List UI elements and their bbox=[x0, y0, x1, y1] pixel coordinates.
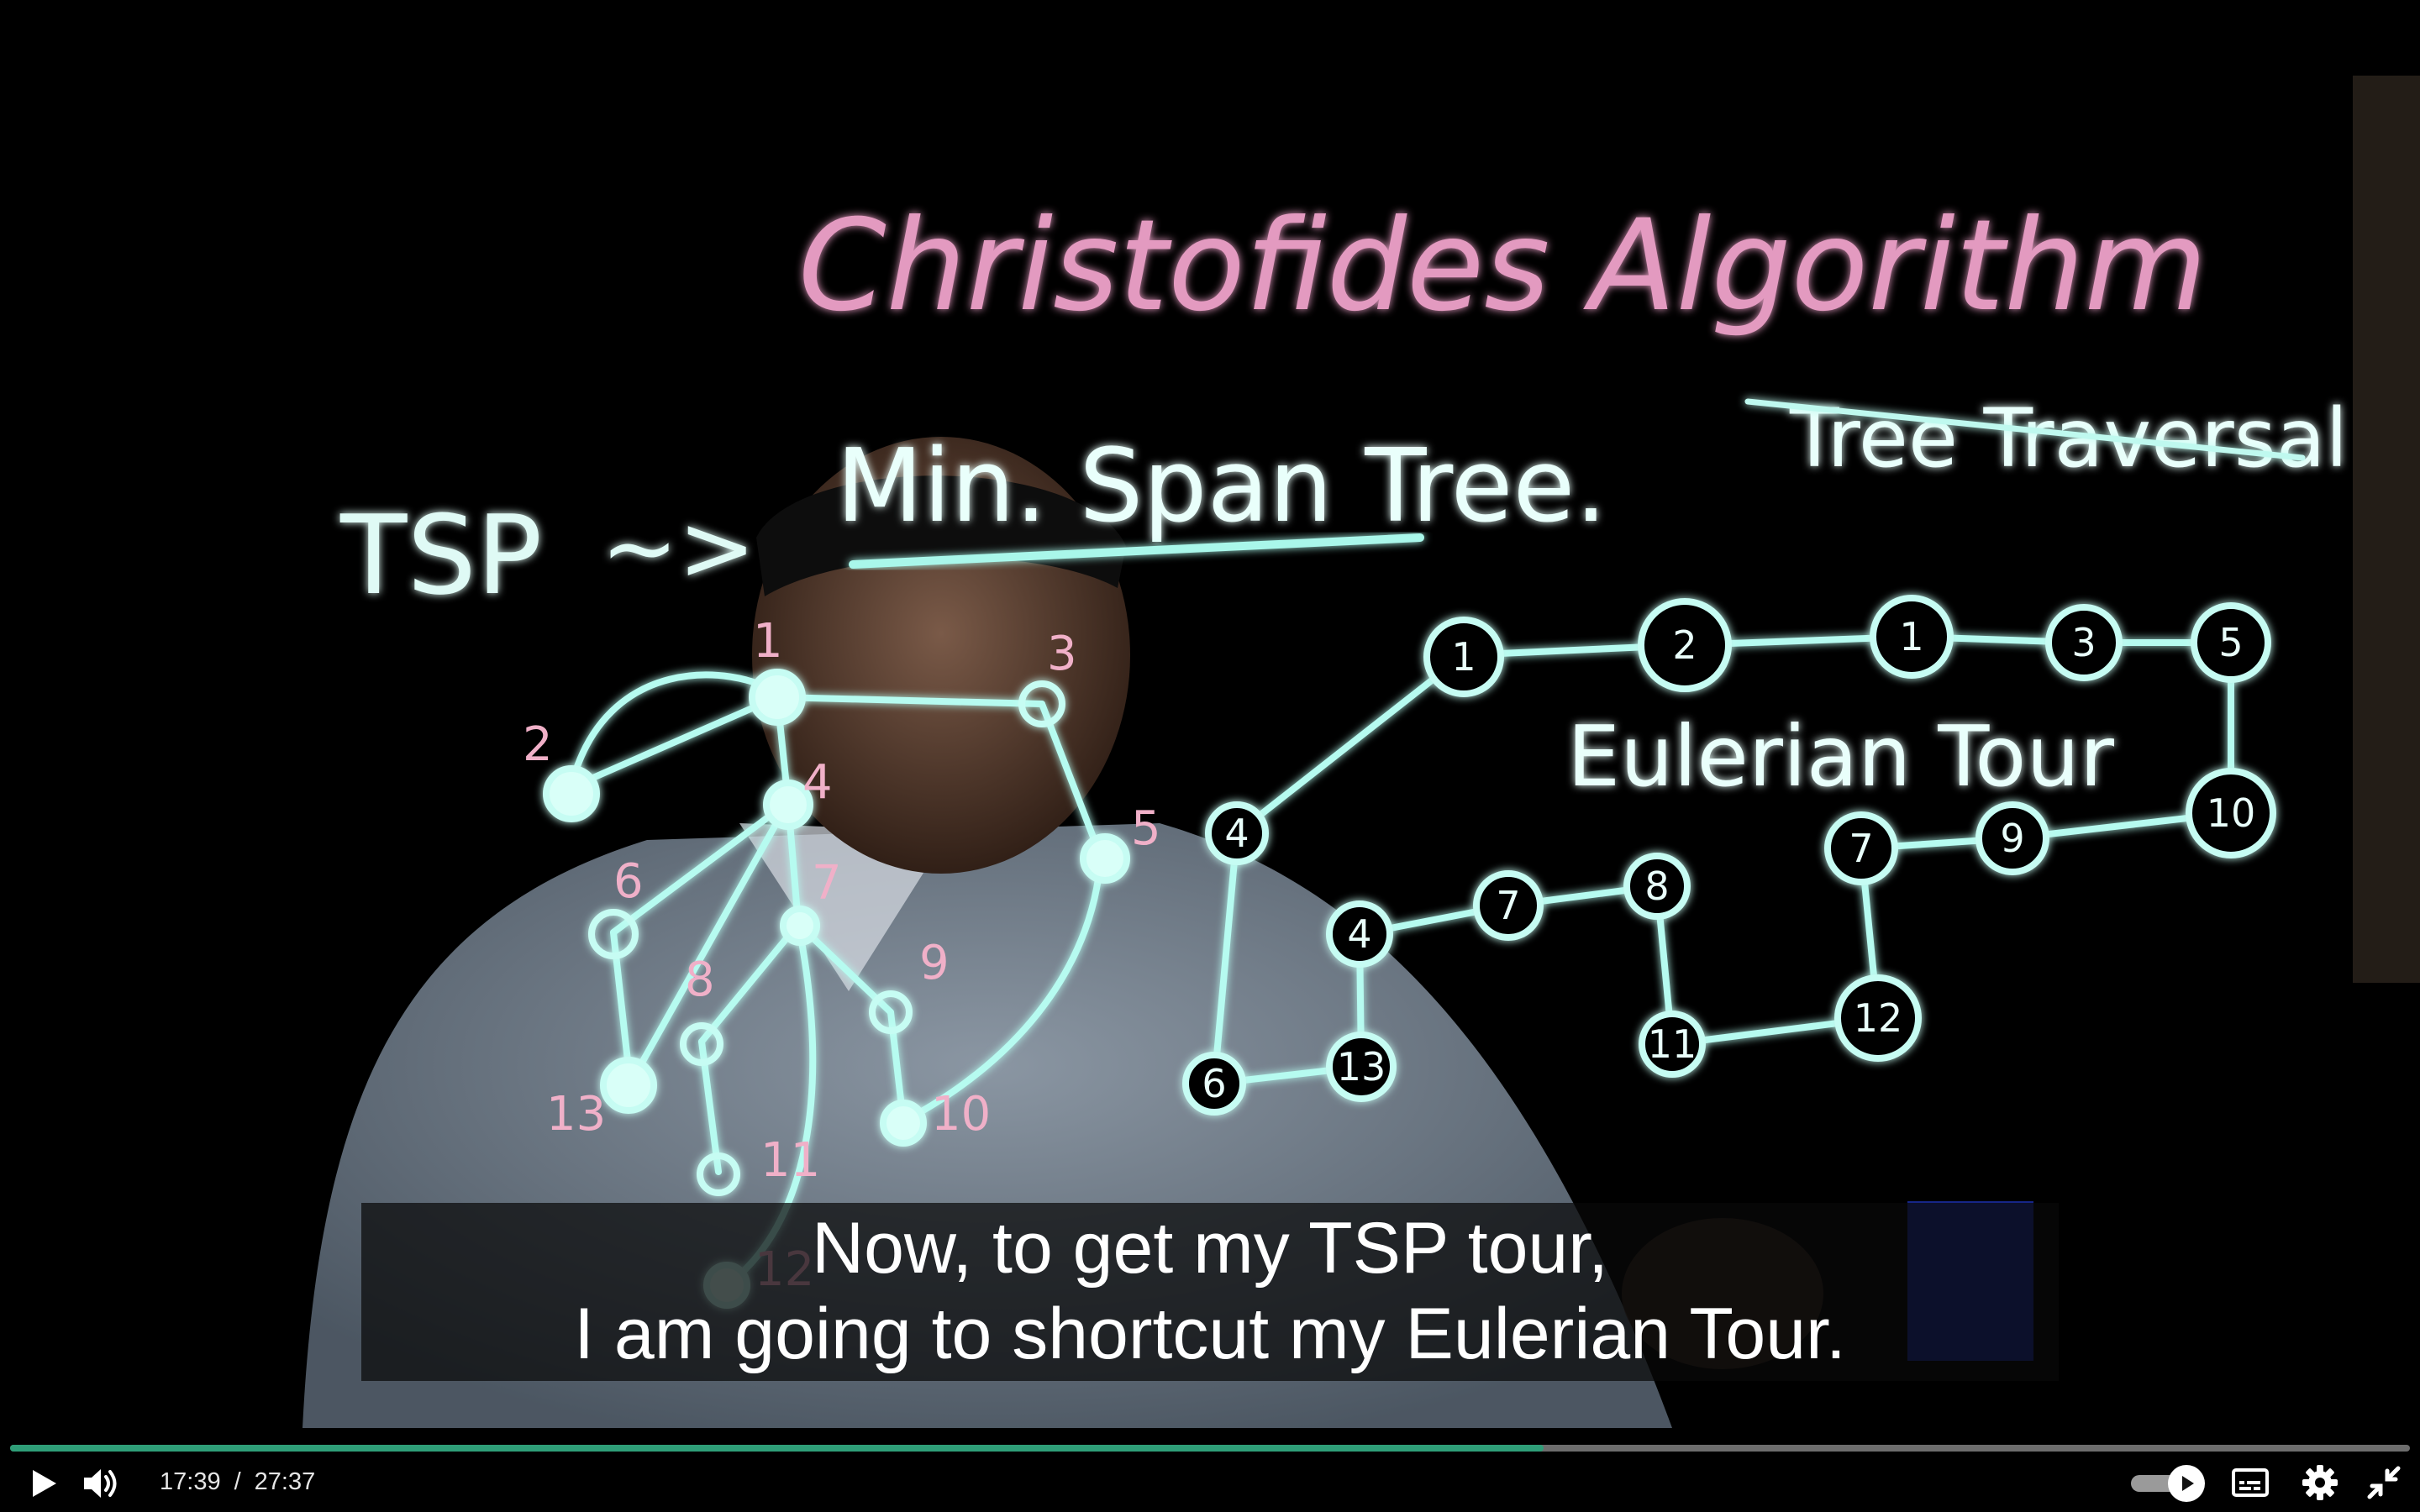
tour-node-label: 11 bbox=[1648, 1021, 1697, 1067]
current-time: 17:39 bbox=[160, 1468, 221, 1495]
mst-node-label: 7 bbox=[812, 856, 842, 911]
mst-node-label: 6 bbox=[613, 854, 644, 909]
volume-icon bbox=[84, 1469, 117, 1498]
captions-icon bbox=[2232, 1468, 2269, 1497]
tour-node-label: 2 bbox=[1672, 622, 1697, 668]
time-separator: / bbox=[234, 1468, 241, 1495]
mst-node-label: 4 bbox=[802, 755, 833, 810]
autoplay-toggle[interactable] bbox=[2126, 1462, 2210, 1505]
tour-node-label: 12 bbox=[1854, 995, 1903, 1041]
play-icon bbox=[33, 1470, 56, 1497]
exit-fullscreen-button[interactable] bbox=[2365, 1463, 2403, 1502]
captions-box: Now, to get my TSP tour, I am going to s… bbox=[361, 1203, 2059, 1381]
time-display: 17:39 / 27:37 bbox=[160, 1465, 315, 1499]
play-button[interactable] bbox=[25, 1465, 62, 1502]
tour-node-label: 7 bbox=[1849, 826, 1873, 871]
mst-node-label: 8 bbox=[685, 953, 715, 1007]
board-title: Christofides Algorithm bbox=[798, 193, 2207, 339]
progress-fill bbox=[10, 1445, 1544, 1452]
volume-button[interactable] bbox=[81, 1463, 123, 1504]
player-controls: 17:39 / 27:37 bbox=[0, 1428, 2420, 1512]
autoplay-knob bbox=[2168, 1465, 2205, 1502]
mst-node-label: 5 bbox=[1131, 801, 1161, 856]
progress-bar[interactable] bbox=[10, 1445, 2410, 1452]
tour-node-label: 4 bbox=[1224, 811, 1249, 856]
mst-label: Min. Span Tree. bbox=[836, 428, 1607, 545]
duration: 27:37 bbox=[254, 1468, 316, 1495]
tour-node-label: 1 bbox=[1899, 614, 1923, 659]
mst-node-label: 1 bbox=[753, 614, 783, 669]
gear-icon bbox=[2302, 1465, 2338, 1500]
tour-node-label: 3 bbox=[2071, 620, 2096, 665]
tour-node-label: 5 bbox=[2218, 620, 2243, 665]
mst-node-label: 2 bbox=[523, 717, 553, 772]
euler-label: Eulerian Tour bbox=[1567, 707, 2115, 806]
tour-node-label: 1 bbox=[1451, 634, 1476, 680]
settings-button[interactable] bbox=[2301, 1463, 2339, 1502]
tour-node-label: 4 bbox=[1347, 911, 1371, 957]
caption-line-1: Now, to get my TSP tour, bbox=[811, 1208, 1609, 1289]
tour-node-label: 9 bbox=[2000, 816, 2024, 861]
traversal-label: Tree Traversal bbox=[1789, 391, 2348, 486]
mst-node-label: 10 bbox=[931, 1087, 991, 1142]
exit-fullscreen-icon bbox=[2367, 1466, 2401, 1499]
mst-node-label: 9 bbox=[919, 936, 950, 990]
tour-node-label: 6 bbox=[1202, 1061, 1226, 1106]
tour-node-label: 10 bbox=[2207, 790, 2256, 836]
tour-node-label: 13 bbox=[1337, 1044, 1386, 1089]
tsp-label: TSP bbox=[339, 491, 542, 619]
video-frame[interactable]: Christofides Algorithm TSP ~> Min. Span … bbox=[0, 0, 2420, 1428]
mst-node-label: 11 bbox=[760, 1133, 820, 1188]
mst-node-label: 13 bbox=[546, 1087, 606, 1142]
tour-node-label: 8 bbox=[1644, 864, 1669, 909]
captions-button[interactable] bbox=[2230, 1465, 2272, 1502]
tour-node-label: 7 bbox=[1496, 883, 1520, 928]
arrow-symbol: ~> bbox=[601, 494, 755, 601]
mst-node-label: 3 bbox=[1047, 627, 1077, 681]
autoplay-play-icon bbox=[2182, 1476, 2194, 1491]
caption-line-2: I am going to shortcut my Eulerian Tour. bbox=[574, 1294, 1846, 1374]
